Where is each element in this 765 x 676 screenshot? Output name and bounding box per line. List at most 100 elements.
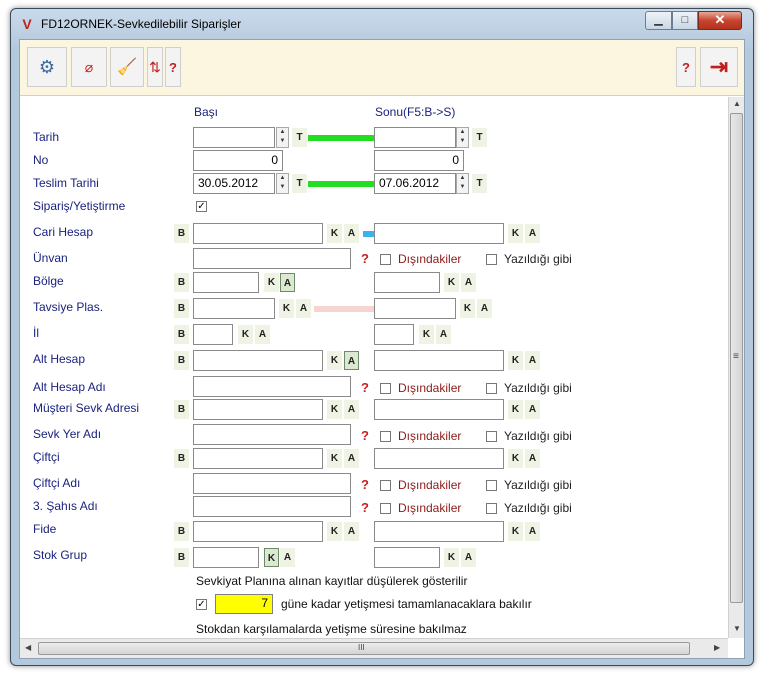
minimize-button[interactable]: ▁ (645, 11, 672, 30)
musteri-end-a-button[interactable]: A (525, 400, 540, 419)
tarih-end-today-button[interactable]: T (472, 128, 487, 147)
scroll-left-icon[interactable]: ◀ (25, 643, 31, 652)
ciftci-start-input[interactable] (193, 448, 323, 469)
teslim-end-spinner[interactable]: ▲ ▼ (456, 173, 469, 194)
stok-end-a-button[interactable]: A (461, 548, 476, 567)
cari-end-k-button[interactable]: K (508, 224, 523, 243)
fide-end-a-button[interactable]: A (525, 522, 540, 541)
bolge-b-button[interactable]: B (174, 273, 189, 292)
cari-end-a-button[interactable]: A (525, 224, 540, 243)
tavsiye-start-input[interactable] (193, 298, 275, 319)
il-end-a-button[interactable]: A (436, 325, 451, 344)
il-start-k-button[interactable]: K (238, 325, 253, 344)
sevk-yer-yaz-checkbox[interactable] (486, 431, 497, 442)
teslim-start-spinner[interactable]: ▲ ▼ (276, 173, 289, 194)
ciftci-b-button[interactable]: B (174, 449, 189, 468)
tavsiye-end-input[interactable] (374, 298, 456, 319)
ciftci-end-k-button[interactable]: K (508, 449, 523, 468)
ciftci-adi-help-icon[interactable]: ? (361, 477, 369, 492)
tavsiye-end-k-button[interactable]: K (460, 299, 475, 318)
exit-button[interactable]: ⇥ (700, 47, 738, 87)
sahis-help-icon[interactable]: ? (361, 500, 369, 515)
alt-hesap-b-button[interactable]: B (174, 351, 189, 370)
no-end-input[interactable]: 0 (374, 150, 464, 171)
scroll-up-icon[interactable]: ▲ (733, 99, 741, 108)
teslim-end-input[interactable]: 07.06.2012 (374, 173, 456, 194)
unvan-input[interactable] (193, 248, 351, 269)
unvan-dis-checkbox[interactable] (380, 254, 391, 265)
il-start-a-button[interactable]: A (255, 325, 270, 344)
clean-button[interactable]: 🧹 (110, 47, 144, 87)
alt-hesap-adi-help-icon[interactable]: ? (361, 380, 369, 395)
sevk-yer-help-icon[interactable]: ? (361, 428, 369, 443)
close-button[interactable]: ✕ (698, 11, 742, 30)
cari-start-input[interactable] (193, 223, 323, 244)
alt-hesap-start-k-button[interactable]: K (327, 351, 342, 370)
musteri-start-input[interactable] (193, 399, 323, 420)
tavsiye-start-a-button[interactable]: A (296, 299, 311, 318)
fide-b-button[interactable]: B (174, 522, 189, 541)
alt-hesap-end-input[interactable] (374, 350, 504, 371)
sevk-yer-input[interactable] (193, 424, 351, 445)
stok-start-input[interactable] (193, 547, 259, 568)
bolge-end-input[interactable] (374, 272, 440, 293)
alt-hesap-start-input[interactable] (193, 350, 323, 371)
sort-button[interactable]: ⇅ (147, 47, 163, 87)
fide-end-k-button[interactable]: K (508, 522, 523, 541)
tavsiye-end-a-button[interactable]: A (477, 299, 492, 318)
tavsiye-b-button[interactable]: B (174, 299, 189, 318)
bolge-start-k-button[interactable]: K (264, 273, 279, 292)
bolge-end-a-button[interactable]: A (461, 273, 476, 292)
filter-button[interactable]: ⌀ (71, 47, 107, 87)
bolge-start-input[interactable] (193, 272, 259, 293)
teslim-end-today-button[interactable]: T (472, 174, 487, 193)
il-start-input[interactable] (193, 324, 233, 345)
settings-button[interactable]: ⚙ (27, 47, 67, 87)
ciftci-adi-input[interactable] (193, 473, 351, 494)
scroll-down-icon[interactable]: ▼ (733, 624, 741, 633)
maximize-button[interactable]: □ (672, 11, 698, 30)
cari-start-a-button[interactable]: A (344, 224, 359, 243)
tarih-start-spinner[interactable]: ▲ ▼ (276, 127, 289, 148)
ciftci-adi-yaz-checkbox[interactable] (486, 480, 497, 491)
sahis-dis-checkbox[interactable] (380, 503, 391, 514)
fide-start-k-button[interactable]: K (327, 522, 342, 541)
alt-hesap-end-k-button[interactable]: K (508, 351, 523, 370)
stok-b-button[interactable]: B (174, 548, 189, 567)
fide-start-a-button[interactable]: A (344, 522, 359, 541)
no-start-input[interactable]: 0 (193, 150, 283, 171)
scroll-right-icon[interactable]: ▶ (714, 643, 720, 652)
siparis-checkbox[interactable]: ✓ (196, 201, 207, 212)
cari-b-button[interactable]: B (174, 224, 189, 243)
sahis-yaz-checkbox[interactable] (486, 503, 497, 514)
unvan-help-icon[interactable]: ? (361, 251, 369, 266)
cari-start-k-button[interactable]: K (327, 224, 342, 243)
stok-end-k-button[interactable]: K (444, 548, 459, 567)
stok-start-k-button[interactable]: K (264, 548, 279, 567)
bolge-start-a-button[interactable]: A (280, 273, 295, 292)
alt-hesap-start-a-button[interactable]: A (344, 351, 359, 370)
gune-checkbox[interactable]: ✓ (196, 599, 207, 610)
alt-hesap-adi-yaz-checkbox[interactable] (486, 383, 497, 394)
teslim-start-input[interactable]: 30.05.2012 (193, 173, 275, 194)
musteri-start-k-button[interactable]: K (327, 400, 342, 419)
fide-start-input[interactable] (193, 521, 323, 542)
tarih-end-input[interactable] (374, 127, 456, 148)
bolge-end-k-button[interactable]: K (444, 273, 459, 292)
unvan-yaz-checkbox[interactable] (486, 254, 497, 265)
teslim-start-today-button[interactable]: T (292, 174, 307, 193)
ciftci-end-a-button[interactable]: A (525, 449, 540, 468)
ciftci-start-a-button[interactable]: A (344, 449, 359, 468)
fide-end-input[interactable] (374, 521, 504, 542)
ciftci-end-input[interactable] (374, 448, 504, 469)
help-button-left[interactable]: ? (165, 47, 181, 87)
ciftci-adi-dis-checkbox[interactable] (380, 480, 391, 491)
musteri-end-input[interactable] (374, 399, 504, 420)
musteri-start-a-button[interactable]: A (344, 400, 359, 419)
vertical-scrollbar[interactable]: ▲ ≡ ▼ (728, 97, 744, 638)
il-b-button[interactable]: B (174, 325, 189, 344)
stok-end-input[interactable] (374, 547, 440, 568)
tarih-start-input[interactable] (193, 127, 275, 148)
tavsiye-start-k-button[interactable]: K (279, 299, 294, 318)
horizontal-scrollbar[interactable]: ◀ III ▶ (20, 638, 728, 658)
